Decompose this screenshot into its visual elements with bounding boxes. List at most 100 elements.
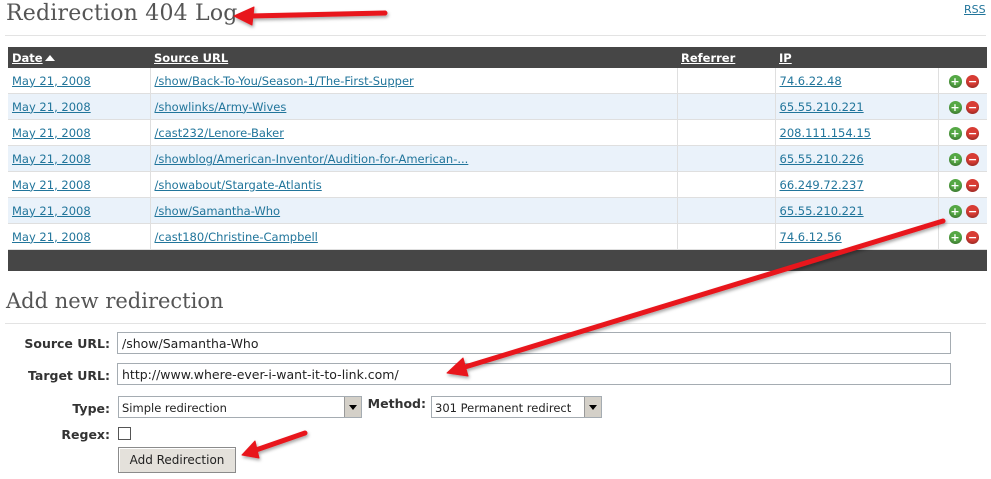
column-header-source[interactable]: Source URL	[150, 47, 677, 68]
cell-source: /showblog/American-Inventor/Audition-for…	[150, 145, 678, 172]
date-link[interactable]: May 21, 2008	[12, 100, 91, 114]
delete-icon[interactable]: −	[966, 204, 980, 218]
source-url-link[interactable]: /cast232/Lenore-Baker	[155, 126, 284, 140]
table-header-row: Date Source URL Referrer IP	[8, 47, 987, 68]
delete-icon[interactable]: −	[966, 152, 980, 166]
source-url-link[interactable]: /show/Samantha-Who	[155, 204, 281, 218]
delete-icon[interactable]: −	[966, 230, 980, 244]
cell-actions: + −	[938, 119, 987, 146]
section-divider	[5, 323, 986, 324]
cell-referrer	[677, 145, 776, 172]
method-label: Method:	[367, 396, 426, 411]
date-link[interactable]: May 21, 2008	[12, 230, 91, 244]
cell-date: May 21, 2008	[8, 223, 151, 250]
add-redirect-icon[interactable]: +	[948, 178, 962, 192]
dropdown-arrow-icon[interactable]	[344, 397, 361, 417]
cell-date: May 21, 2008	[8, 145, 151, 172]
cell-referrer	[677, 93, 776, 120]
date-link[interactable]: May 21, 2008	[12, 204, 91, 218]
cell-date: May 21, 2008	[8, 171, 151, 198]
cell-referrer	[677, 171, 776, 198]
table-row: May 21, 2008/cast180/Christine-Campbell 7…	[8, 223, 987, 250]
cell-source: /showabout/Stargate-Atlantis	[150, 171, 678, 198]
column-header-referrer[interactable]: Referrer	[677, 47, 775, 68]
type-select[interactable]: Simple redirection	[118, 396, 362, 418]
date-link[interactable]: May 21, 2008	[12, 74, 91, 88]
cell-date: May 21, 2008	[8, 197, 151, 224]
method-selected-value: 301 Permanent redirect	[435, 401, 572, 415]
cell-source: /cast180/Christine-Campbell	[150, 223, 678, 250]
cell-ip: 65.55.210.221	[775, 197, 939, 224]
cell-ip: 65.55.210.221	[775, 93, 939, 120]
source-url-link[interactable]: /showabout/Stargate-Atlantis	[155, 178, 322, 192]
cell-date: May 21, 2008	[8, 68, 151, 94]
ip-link[interactable]: 65.55.210.221	[780, 204, 864, 218]
delete-icon[interactable]: −	[966, 74, 980, 88]
table-row: May 21, 2008/showblog/American-Inventor/…	[8, 145, 987, 172]
cell-actions: + −	[938, 171, 987, 198]
add-redirection-heading: Add new redirection	[6, 289, 224, 313]
dropdown-arrow-icon[interactable]	[584, 397, 601, 417]
cell-actions: + −	[938, 197, 987, 224]
source-url-link[interactable]: /show/Back-To-You/Season-1/The-First-Sup…	[155, 74, 414, 88]
ip-link[interactable]: 74.6.22.48	[780, 74, 842, 88]
regex-checkbox[interactable]	[118, 427, 131, 440]
source-url-label: Source URL:	[24, 336, 110, 351]
add-redirect-icon[interactable]: +	[948, 100, 962, 114]
annotation-arrow-title	[233, 6, 388, 26]
delete-icon[interactable]: −	[966, 178, 980, 192]
cell-referrer	[677, 68, 776, 94]
cell-date: May 21, 2008	[8, 119, 151, 146]
add-redirection-button[interactable]: Add Redirection	[118, 447, 236, 473]
add-redirect-icon[interactable]: +	[948, 74, 962, 88]
source-url-link[interactable]: /showblog/American-Inventor/Audition-for…	[155, 152, 469, 166]
cell-source: /cast232/Lenore-Baker	[150, 119, 678, 146]
ip-link[interactable]: 65.55.210.226	[780, 152, 864, 166]
add-redirect-icon[interactable]: +	[948, 204, 962, 218]
table-footer-cell	[8, 249, 987, 271]
cell-actions: + −	[938, 68, 987, 94]
table-row: May 21, 2008/show/Back-To-You/Season-1/T…	[8, 68, 987, 94]
add-redirect-icon[interactable]: +	[948, 126, 962, 140]
date-link[interactable]: May 21, 2008	[12, 152, 91, 166]
cell-actions: + −	[938, 93, 987, 120]
column-header-date[interactable]: Date	[8, 47, 150, 68]
add-redirect-icon[interactable]: +	[948, 230, 962, 244]
ip-link[interactable]: 65.55.210.221	[780, 100, 864, 114]
target-url-input[interactable]	[117, 363, 951, 385]
table-row: May 21, 2008/show/Samantha-Who 65.55.210.…	[8, 197, 987, 224]
method-select[interactable]: 301 Permanent redirect	[431, 396, 602, 418]
table-row: May 21, 2008/cast232/Lenore-Baker 208.111…	[8, 119, 987, 146]
date-link[interactable]: May 21, 2008	[12, 126, 91, 140]
type-selected-value: Simple redirection	[122, 401, 227, 415]
source-url-link[interactable]: /cast180/Christine-Campbell	[155, 230, 318, 244]
cell-ip: 208.111.154.15	[775, 119, 939, 146]
sort-ascending-icon	[44, 54, 55, 61]
cell-source: /showlinks/Army-Wives	[150, 93, 678, 120]
cell-ip: 65.55.210.226	[775, 145, 939, 172]
cell-referrer	[677, 223, 776, 250]
delete-icon[interactable]: −	[966, 126, 980, 140]
add-redirect-icon[interactable]: +	[948, 152, 962, 166]
delete-icon[interactable]: −	[966, 100, 980, 114]
cell-source: /show/Samantha-Who	[150, 197, 678, 224]
ip-link[interactable]: 208.111.154.15	[780, 126, 871, 140]
source-url-link[interactable]: /showlinks/Army-Wives	[155, 100, 287, 114]
cell-ip: 74.6.12.56	[775, 223, 939, 250]
rss-link[interactable]: RSS	[964, 3, 986, 16]
target-url-label: Target URL:	[27, 368, 110, 383]
column-header-ip[interactable]: IP	[775, 47, 938, 68]
cell-source: /show/Back-To-You/Season-1/The-First-Sup…	[150, 68, 678, 94]
ip-link[interactable]: 66.249.72.237	[780, 178, 864, 192]
table-row: May 21, 2008/showlinks/Army-Wives 65.55.2…	[8, 93, 987, 120]
cell-actions: + −	[938, 145, 987, 172]
regex-label: Regex:	[61, 427, 110, 442]
title-divider	[5, 35, 986, 36]
column-header-actions	[938, 47, 987, 68]
log-table: Date Source URL Referrer IP May 21, 2008…	[8, 47, 987, 271]
source-url-input[interactable]	[117, 332, 951, 354]
ip-link[interactable]: 74.6.12.56	[780, 230, 842, 244]
page-title: Redirection 404 Log	[6, 1, 238, 26]
date-link[interactable]: May 21, 2008	[12, 178, 91, 192]
table-row: May 21, 2008/showabout/Stargate-Atlantis…	[8, 171, 987, 198]
